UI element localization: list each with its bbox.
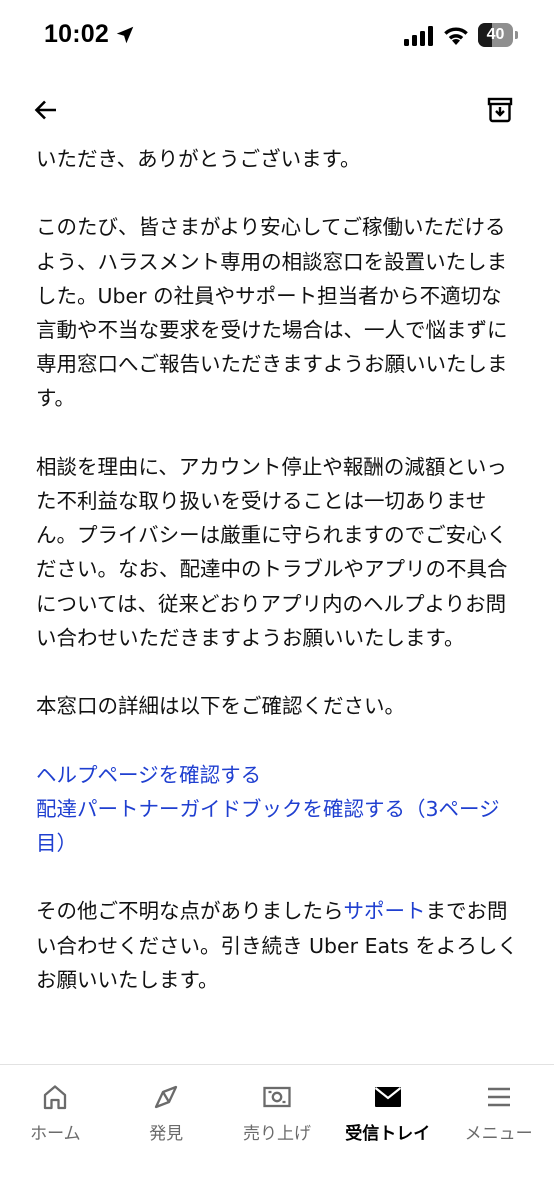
message-paragraph: 本窓口の詳細は以下をご確認ください。 (36, 694, 405, 719)
message-paragraph: 相談を理由に、アカウント停止や報酬の減額といった不利益な取り扱いを受けることは一… (36, 454, 508, 650)
nav-item-discover[interactable]: 発見 (111, 1065, 222, 1201)
back-button[interactable] (30, 94, 62, 126)
menu-icon (483, 1081, 515, 1113)
money-icon (261, 1081, 293, 1113)
help-page-link[interactable]: ヘルプページを確認する (36, 758, 522, 792)
nav-label: 発見 (149, 1124, 184, 1144)
nav-item-home[interactable]: ホーム (0, 1065, 111, 1201)
arrow-left-icon (34, 100, 56, 120)
nav-label: メニュー (464, 1124, 533, 1144)
cellular-signal-icon (404, 26, 433, 46)
closing-text-before: その他ご不明な点がありましたら (36, 899, 344, 924)
message-body: いただき、ありがとうございます。 このたび、皆さまがより安心してご稼働いただける… (36, 142, 522, 1031)
message-paragraph: このたび、皆さまがより安心してご稼働いただけるよう、ハラスメント専用の相談窓口を… (36, 215, 508, 411)
home-icon (39, 1081, 71, 1113)
nav-item-inbox[interactable]: 受信トレイ (332, 1065, 443, 1201)
location-arrow-icon (116, 26, 134, 44)
status-time: 10:02 (44, 20, 109, 48)
support-link[interactable]: サポート (344, 899, 426, 923)
bottom-nav: ホーム 発見 売り上げ 受信トレイ メニュー (0, 1064, 554, 1201)
wifi-icon (444, 27, 468, 45)
nav-item-menu[interactable]: メニュー (443, 1065, 554, 1201)
status-bar: 10:02 40 (0, 0, 554, 72)
envelope-icon (372, 1081, 404, 1113)
nav-label: 受信トレイ (345, 1124, 431, 1144)
battery-icon: 40 (478, 23, 518, 47)
nav-item-earnings[interactable]: 売り上げ (222, 1065, 333, 1201)
nav-label: 売り上げ (242, 1124, 311, 1144)
compass-icon (150, 1081, 182, 1113)
nav-label: ホーム (30, 1124, 81, 1144)
message-closing: その他ご不明な点がありましたらサポートまでお問い合わせください。引き続き Ube… (36, 894, 522, 997)
archive-button[interactable] (484, 94, 516, 126)
message-paragraph: いただき、ありがとうございます。 (36, 147, 361, 171)
link-list: ヘルプページを確認する 配達パートナーガイドブックを確認する（3ページ目） (36, 758, 522, 861)
guidebook-link[interactable]: 配達パートナーガイドブックを確認する（3ページ目） (36, 792, 522, 860)
archive-box-icon (487, 97, 513, 123)
battery-level-text: 40 (486, 26, 505, 43)
